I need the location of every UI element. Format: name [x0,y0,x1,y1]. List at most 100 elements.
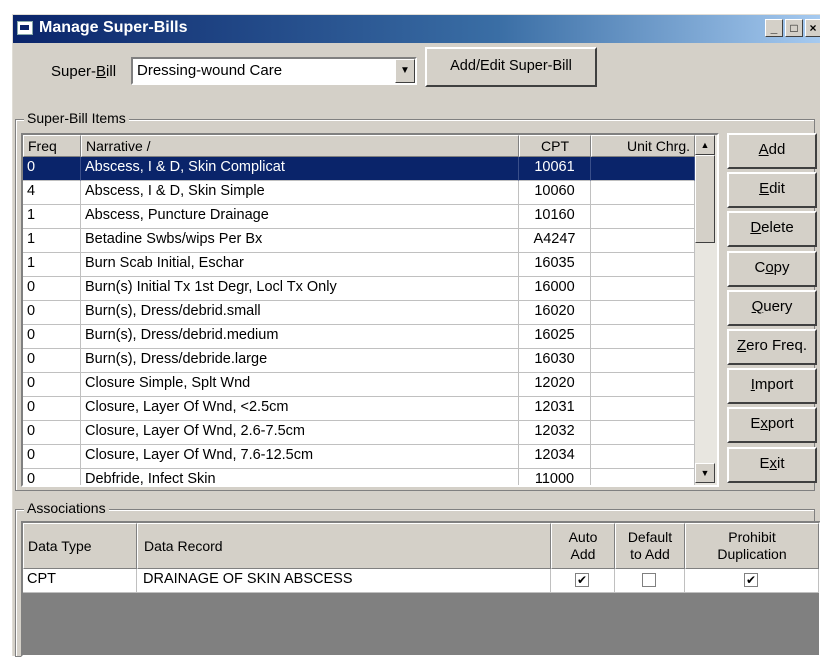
table-row[interactable]: 0 Closure Simple, Splt Wnd 12020 [23,373,695,397]
col-header-narrative[interactable]: Narrative / [81,135,519,157]
table-row[interactable]: 0 Burn(s), Dress/debrid.medium 16025 [23,325,695,349]
add-edit-superbill-button[interactable]: Add/Edit Super-Bill [425,47,597,87]
unit-charge-cell [591,205,695,229]
auto-add-checkbox[interactable]: ✔ [575,573,589,587]
table-row[interactable]: 0 Burn(s), Dress/debride.large 16030 [23,349,695,373]
table-row[interactable]: 0 Debfride, Infect Skin 11000 [23,469,695,485]
narrative-cell: Burn(s), Dress/debrid.small [81,301,519,325]
narrative-cell: Burn(s) Initial Tx 1st Degr, Locl Tx Onl… [81,277,519,301]
close-button[interactable]: × [805,19,820,37]
unit-charge-cell [591,397,695,421]
default-to-add-line1: Default [627,529,673,545]
zero-freq-button[interactable]: Zero Freq. [727,329,817,365]
prohibit-duplication-line1: Prohibit [728,529,776,545]
freq-cell: 0 [23,421,81,445]
narrative-cell: Burn Scab Initial, Eschar [81,253,519,277]
table-row[interactable]: 4 Abscess, I & D, Skin Simple 10060 [23,181,695,205]
exit-button[interactable]: Exit [727,446,817,483]
button-label-pre: E [759,454,770,472]
scroll-up-icon[interactable]: ▲ [695,135,715,155]
unit-charge-cell [591,253,695,277]
freq-cell: 0 [23,397,81,421]
default-to-add-checkbox-cell [615,569,685,593]
freq-cell: 0 [23,349,81,373]
default-to-add-checkbox[interactable] [642,573,656,587]
minimize-button[interactable]: _ [765,19,783,37]
unit-charge-cell [591,229,695,253]
cpt-cell: A4247 [519,229,591,253]
superbill-label-accel: B [96,63,107,80]
superbill-items-grid[interactable]: Freq Narrative / CPT Unit Chrg. 0 Abscess… [21,133,719,487]
export-button[interactable]: Export [727,407,817,444]
prohibit-duplication-line2: Duplication [717,546,787,562]
edit-button[interactable]: Edit [727,172,817,209]
associations-grid[interactable]: Data Type Data Record Auto Add Default t… [21,521,820,657]
chevron-down-icon[interactable]: ▼ [395,59,415,83]
unit-charge-cell [591,445,695,469]
window-title: Manage Super-Bills [39,19,188,36]
add-button[interactable]: Add [727,133,817,169]
freq-cell: 1 [23,205,81,229]
scroll-down-icon[interactable]: ▼ [695,463,715,483]
col-header-cpt[interactable]: CPT [519,135,591,157]
cpt-cell: 16030 [519,349,591,373]
button-label-post: ero Freq. [746,337,808,354]
col-header-unit-charge[interactable]: Unit Chrg. [591,135,695,157]
freq-cell: 0 [23,469,81,485]
freq-cell: 0 [23,373,81,397]
narrative-cell: Abscess, I & D, Skin Simple [81,181,519,205]
superbill-select[interactable]: Dressing-wound Care ▼ [131,57,417,85]
cpt-cell: 12020 [519,373,591,397]
button-label-accel: E [759,180,770,198]
col-header-data-record[interactable]: Data Record [137,523,551,569]
title-bar[interactable]: Manage Super-Bills _ □ × [13,15,820,43]
delete-button[interactable]: Delete [727,211,817,248]
superbill-label-pre: Super- [51,63,97,80]
col-header-freq[interactable]: Freq [23,135,81,157]
cpt-cell: 16035 [519,253,591,277]
col-header-data-type[interactable]: Data Type [23,523,137,569]
table-row[interactable]: 0 Burn(s) Initial Tx 1st Degr, Locl Tx On… [23,277,695,301]
col-header-auto-add[interactable]: Auto Add [551,523,615,569]
table-row[interactable]: 0 Burn(s), Dress/debrid.small 16020 [23,301,695,325]
col-header-prohibit-duplication[interactable]: Prohibit Duplication [685,523,819,569]
freq-cell: 0 [23,277,81,301]
unit-charge-cell [591,181,695,205]
freq-cell: 0 [23,445,81,469]
cpt-cell: 16020 [519,301,591,325]
copy-button[interactable]: Copy [727,250,817,287]
scroll-thumb[interactable] [695,155,715,243]
cpt-cell: 10060 [519,181,591,205]
maximize-button[interactable]: □ [785,19,803,37]
button-label-post: elete [761,219,794,237]
table-row[interactable]: 0 Closure, Layer Of Wnd, 2.6-7.5cm 12032 [23,421,695,445]
cpt-cell: 10061 [519,157,591,181]
table-row[interactable]: 0 Closure, Layer Of Wnd, <2.5cm 12031 [23,397,695,421]
auto-add-line1: Auto [568,529,598,545]
auto-add-line2: Add [570,546,596,562]
table-row[interactable]: 1 Betadine Swbs/wips Per Bx A4247 [23,229,695,253]
narrative-cell: Closure, Layer Of Wnd, 7.6-12.5cm [81,445,519,469]
association-row[interactable]: CPT DRAINAGE OF SKIN ABSCESS ✔ ✔ [23,569,819,593]
table-row[interactable]: 1 Abscess, Puncture Drainage 10160 [23,205,695,229]
narrative-cell: Closure, Layer Of Wnd, <2.5cm [81,397,519,421]
superbill-label: Super-Bill [51,63,116,80]
table-row[interactable]: 1 Burn Scab Initial, Eschar 16035 [23,253,695,277]
items-vertical-scrollbar[interactable]: ▲ ▼ [695,135,717,485]
button-label-accel: A [758,141,769,158]
prohibit-duplication-checkbox-cell: ✔ [685,569,819,593]
cpt-cell: 10160 [519,205,591,229]
cpt-cell: 16000 [519,277,591,301]
col-header-default-to-add[interactable]: Default to Add [615,523,685,569]
button-label-post: dd [768,141,786,158]
freq-cell: 4 [23,181,81,205]
narrative-cell: Burn(s), Dress/debride.large [81,349,519,373]
unit-charge-cell [591,349,695,373]
table-row[interactable]: 0 Closure, Layer Of Wnd, 7.6-12.5cm 12034 [23,445,695,469]
button-label-accel: D [750,219,762,237]
import-button[interactable]: Import [727,368,817,405]
query-button[interactable]: Query [727,289,817,326]
cpt-cell: 11000 [519,469,591,485]
prohibit-duplication-checkbox[interactable]: ✔ [744,573,758,587]
table-row[interactable]: 0 Abscess, I & D, Skin Complicat 10061 [23,157,695,181]
